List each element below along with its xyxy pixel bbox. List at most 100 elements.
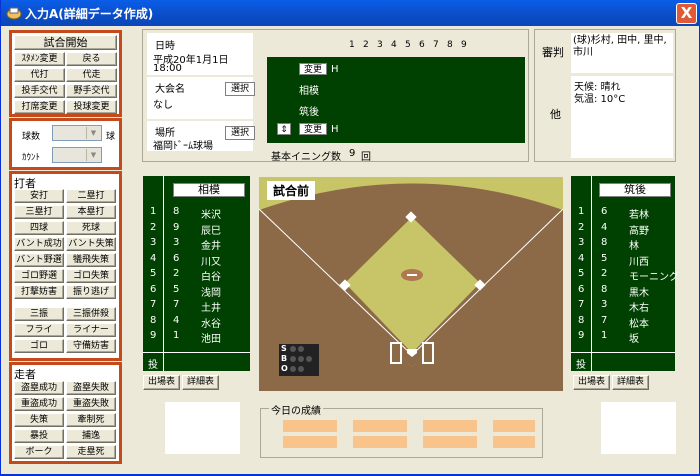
- ball-lamp-3: [306, 356, 312, 362]
- lineup-pos: 4: [173, 314, 180, 326]
- steal-fail-button[interactable]: 盗塁失敗: [66, 381, 116, 395]
- field-view[interactable]: 試合前 S B O: [259, 177, 563, 391]
- select-tournament-button[interactable]: 選択: [225, 82, 255, 96]
- lineup-name[interactable]: モーニング: [629, 268, 679, 283]
- home-roster-button[interactable]: 出場表: [143, 375, 180, 390]
- chevron-down-icon[interactable]: ▼: [86, 149, 100, 161]
- bunt-fielders-choice-button[interactable]: バント野選: [14, 253, 64, 267]
- back-button[interactable]: 戻る: [66, 52, 117, 66]
- swap-teams-button[interactable]: ⇕: [277, 123, 291, 135]
- pitches-combo[interactable]: ▼: [52, 125, 102, 141]
- lineup-name[interactable]: 林: [629, 237, 639, 252]
- walk-button[interactable]: 四球: [14, 221, 64, 235]
- umpire-field[interactable]: (球)杉村, 田中, 里中, 市川: [571, 33, 673, 73]
- other-label: 他: [550, 108, 561, 121]
- lineup-name[interactable]: 高野: [629, 222, 649, 237]
- place-value: 福岡ﾄﾞｰﾑ球場: [153, 141, 213, 152]
- lineup-name[interactable]: 辰巳: [201, 222, 221, 237]
- start-game-button[interactable]: 試合開始: [14, 35, 117, 50]
- double-steal-fail-button[interactable]: 重盗失敗: [66, 397, 116, 411]
- pitchers-plate: [407, 274, 417, 276]
- inning-header: 123456789: [349, 40, 499, 52]
- other-field[interactable]: 天候: 晴れ 気温: 10°C: [571, 76, 673, 158]
- home-detail-button[interactable]: 詳細表: [182, 375, 219, 390]
- innings-label: 基本イニング数: [271, 152, 341, 163]
- lineup-name[interactable]: 若林: [629, 206, 649, 221]
- defensive-interference-button[interactable]: 守備妨害: [66, 339, 116, 353]
- title-bar[interactable]: 入力A(詳細データ作成) X: [1, 0, 700, 26]
- home-team-name: 相模: [173, 183, 245, 197]
- steal-success-button[interactable]: 盗塁成功: [14, 381, 64, 395]
- lineup-pos: 3: [173, 237, 180, 248]
- grounder-button[interactable]: ゴロ: [14, 339, 64, 353]
- pickoff-button[interactable]: 牽制死: [66, 413, 116, 427]
- pinch-hitter-button[interactable]: 代打: [14, 68, 65, 82]
- at-bat-change-button[interactable]: 打席変更: [14, 100, 65, 114]
- lineup-order: 5: [150, 268, 157, 279]
- balk-button[interactable]: ボーク: [14, 445, 64, 459]
- datetime-box[interactable]: 日時 平成20年1月1日 18:00: [147, 33, 253, 75]
- passed-ball-button[interactable]: 捕逸: [66, 429, 116, 443]
- inning-number: 4: [391, 40, 397, 50]
- double-button[interactable]: 二塁打: [66, 189, 116, 203]
- lineup-order: 5: [578, 268, 585, 279]
- count-label: ｶｳﾝﾄ: [22, 153, 41, 163]
- lineup-name[interactable]: 坂: [629, 330, 639, 345]
- batter-inner: 打者 安打 二塁打 三塁打 本塁打 四球 死球 バント成功 バント失策 バント野選 犠飛失策 ゴロ野…: [12, 174, 119, 358]
- hit-by-pitch-button[interactable]: 死球: [66, 221, 116, 235]
- lineup-name[interactable]: 米沢: [201, 206, 221, 221]
- pinch-runner-button[interactable]: 代走: [66, 68, 117, 82]
- base-running-out-button[interactable]: 走塁死: [66, 445, 116, 459]
- place-box[interactable]: 場所 選択 福岡ﾄﾞｰﾑ球場: [147, 121, 255, 152]
- game-control-inner: 試合開始 ｽﾀﾒﾝ変更 戻る 代打 代走 投手交代 野手交代 打席変更 投球変更: [12, 33, 119, 114]
- liner-button[interactable]: ライナー: [66, 323, 116, 337]
- lineup-name[interactable]: 木右: [629, 299, 649, 314]
- lineup-pos: 6: [173, 252, 180, 264]
- result-cell: [353, 420, 407, 432]
- result-cell: [423, 436, 477, 448]
- lineup-name[interactable]: 土井: [201, 299, 221, 314]
- home-run-button[interactable]: 本塁打: [66, 205, 116, 219]
- fielder-change-button[interactable]: 野手交代: [66, 84, 117, 98]
- grounder-fielders-choice-button[interactable]: ゴロ野選: [14, 269, 64, 283]
- error-button[interactable]: 失策: [14, 413, 64, 427]
- lineup-name[interactable]: 白谷: [201, 268, 221, 283]
- pitch-change-button[interactable]: 投球変更: [66, 100, 117, 114]
- sac-fly-error-button[interactable]: 犠飛失策: [66, 253, 116, 267]
- window-title: 入力A(詳細データ作成): [25, 7, 154, 21]
- close-button[interactable]: X: [676, 3, 697, 24]
- change-top-team-button[interactable]: 変更: [299, 63, 327, 75]
- away-lineup-board: 筑後 1 6 若林 2 4 高野 3 8 林 4 5 川西 5 2 モーニング 6 8 黒木 7 3 木右 8 7 松本 9 1 坂…: [571, 176, 679, 371]
- lineup-name[interactable]: 池田: [201, 330, 221, 345]
- out-lamp-2: [298, 366, 304, 372]
- lineup-name[interactable]: 松本: [629, 315, 649, 330]
- triple-button[interactable]: 三塁打: [14, 205, 64, 219]
- select-place-button[interactable]: 選択: [225, 126, 255, 140]
- lineup-name[interactable]: 金井: [201, 237, 221, 252]
- grounder-error-button[interactable]: ゴロ失策: [66, 269, 116, 283]
- lineup-name[interactable]: 黒木: [629, 284, 649, 299]
- change-bottom-team-button[interactable]: 変更: [299, 123, 327, 135]
- double-steal-success-button[interactable]: 重盗成功: [14, 397, 64, 411]
- lineup-name[interactable]: 川又: [201, 253, 221, 268]
- away-roster-button[interactable]: 出場表: [573, 375, 610, 390]
- count-combo[interactable]: ▼: [52, 147, 102, 163]
- chevron-down-icon[interactable]: ▼: [86, 127, 100, 139]
- lineup-name[interactable]: 川西: [629, 253, 649, 268]
- pitcher-change-button[interactable]: 投手交代: [14, 84, 65, 98]
- wild-pitch-button[interactable]: 暴投: [14, 429, 64, 443]
- out-label: O: [281, 364, 288, 373]
- strikeout-button[interactable]: 三振: [14, 307, 64, 321]
- fly-button[interactable]: フライ: [14, 323, 64, 337]
- bunt-error-button[interactable]: バント失策: [66, 237, 116, 251]
- lineup-change-button[interactable]: ｽﾀﾒﾝ変更: [14, 52, 65, 66]
- away-detail-button[interactable]: 詳細表: [612, 375, 649, 390]
- batting-interference-button[interactable]: 打撃妨害: [14, 285, 64, 299]
- bunt-success-button[interactable]: バント成功: [14, 237, 64, 251]
- tournament-box[interactable]: 大会名 選択 なし: [147, 77, 255, 119]
- single-button[interactable]: 安打: [14, 189, 64, 203]
- strikeout-double-play-button[interactable]: 三振併殺: [66, 307, 116, 321]
- lineup-name[interactable]: 水谷: [201, 315, 221, 330]
- lineup-name[interactable]: 浅岡: [201, 284, 221, 299]
- dropped-third-strike-button[interactable]: 振り逃げ: [66, 285, 116, 299]
